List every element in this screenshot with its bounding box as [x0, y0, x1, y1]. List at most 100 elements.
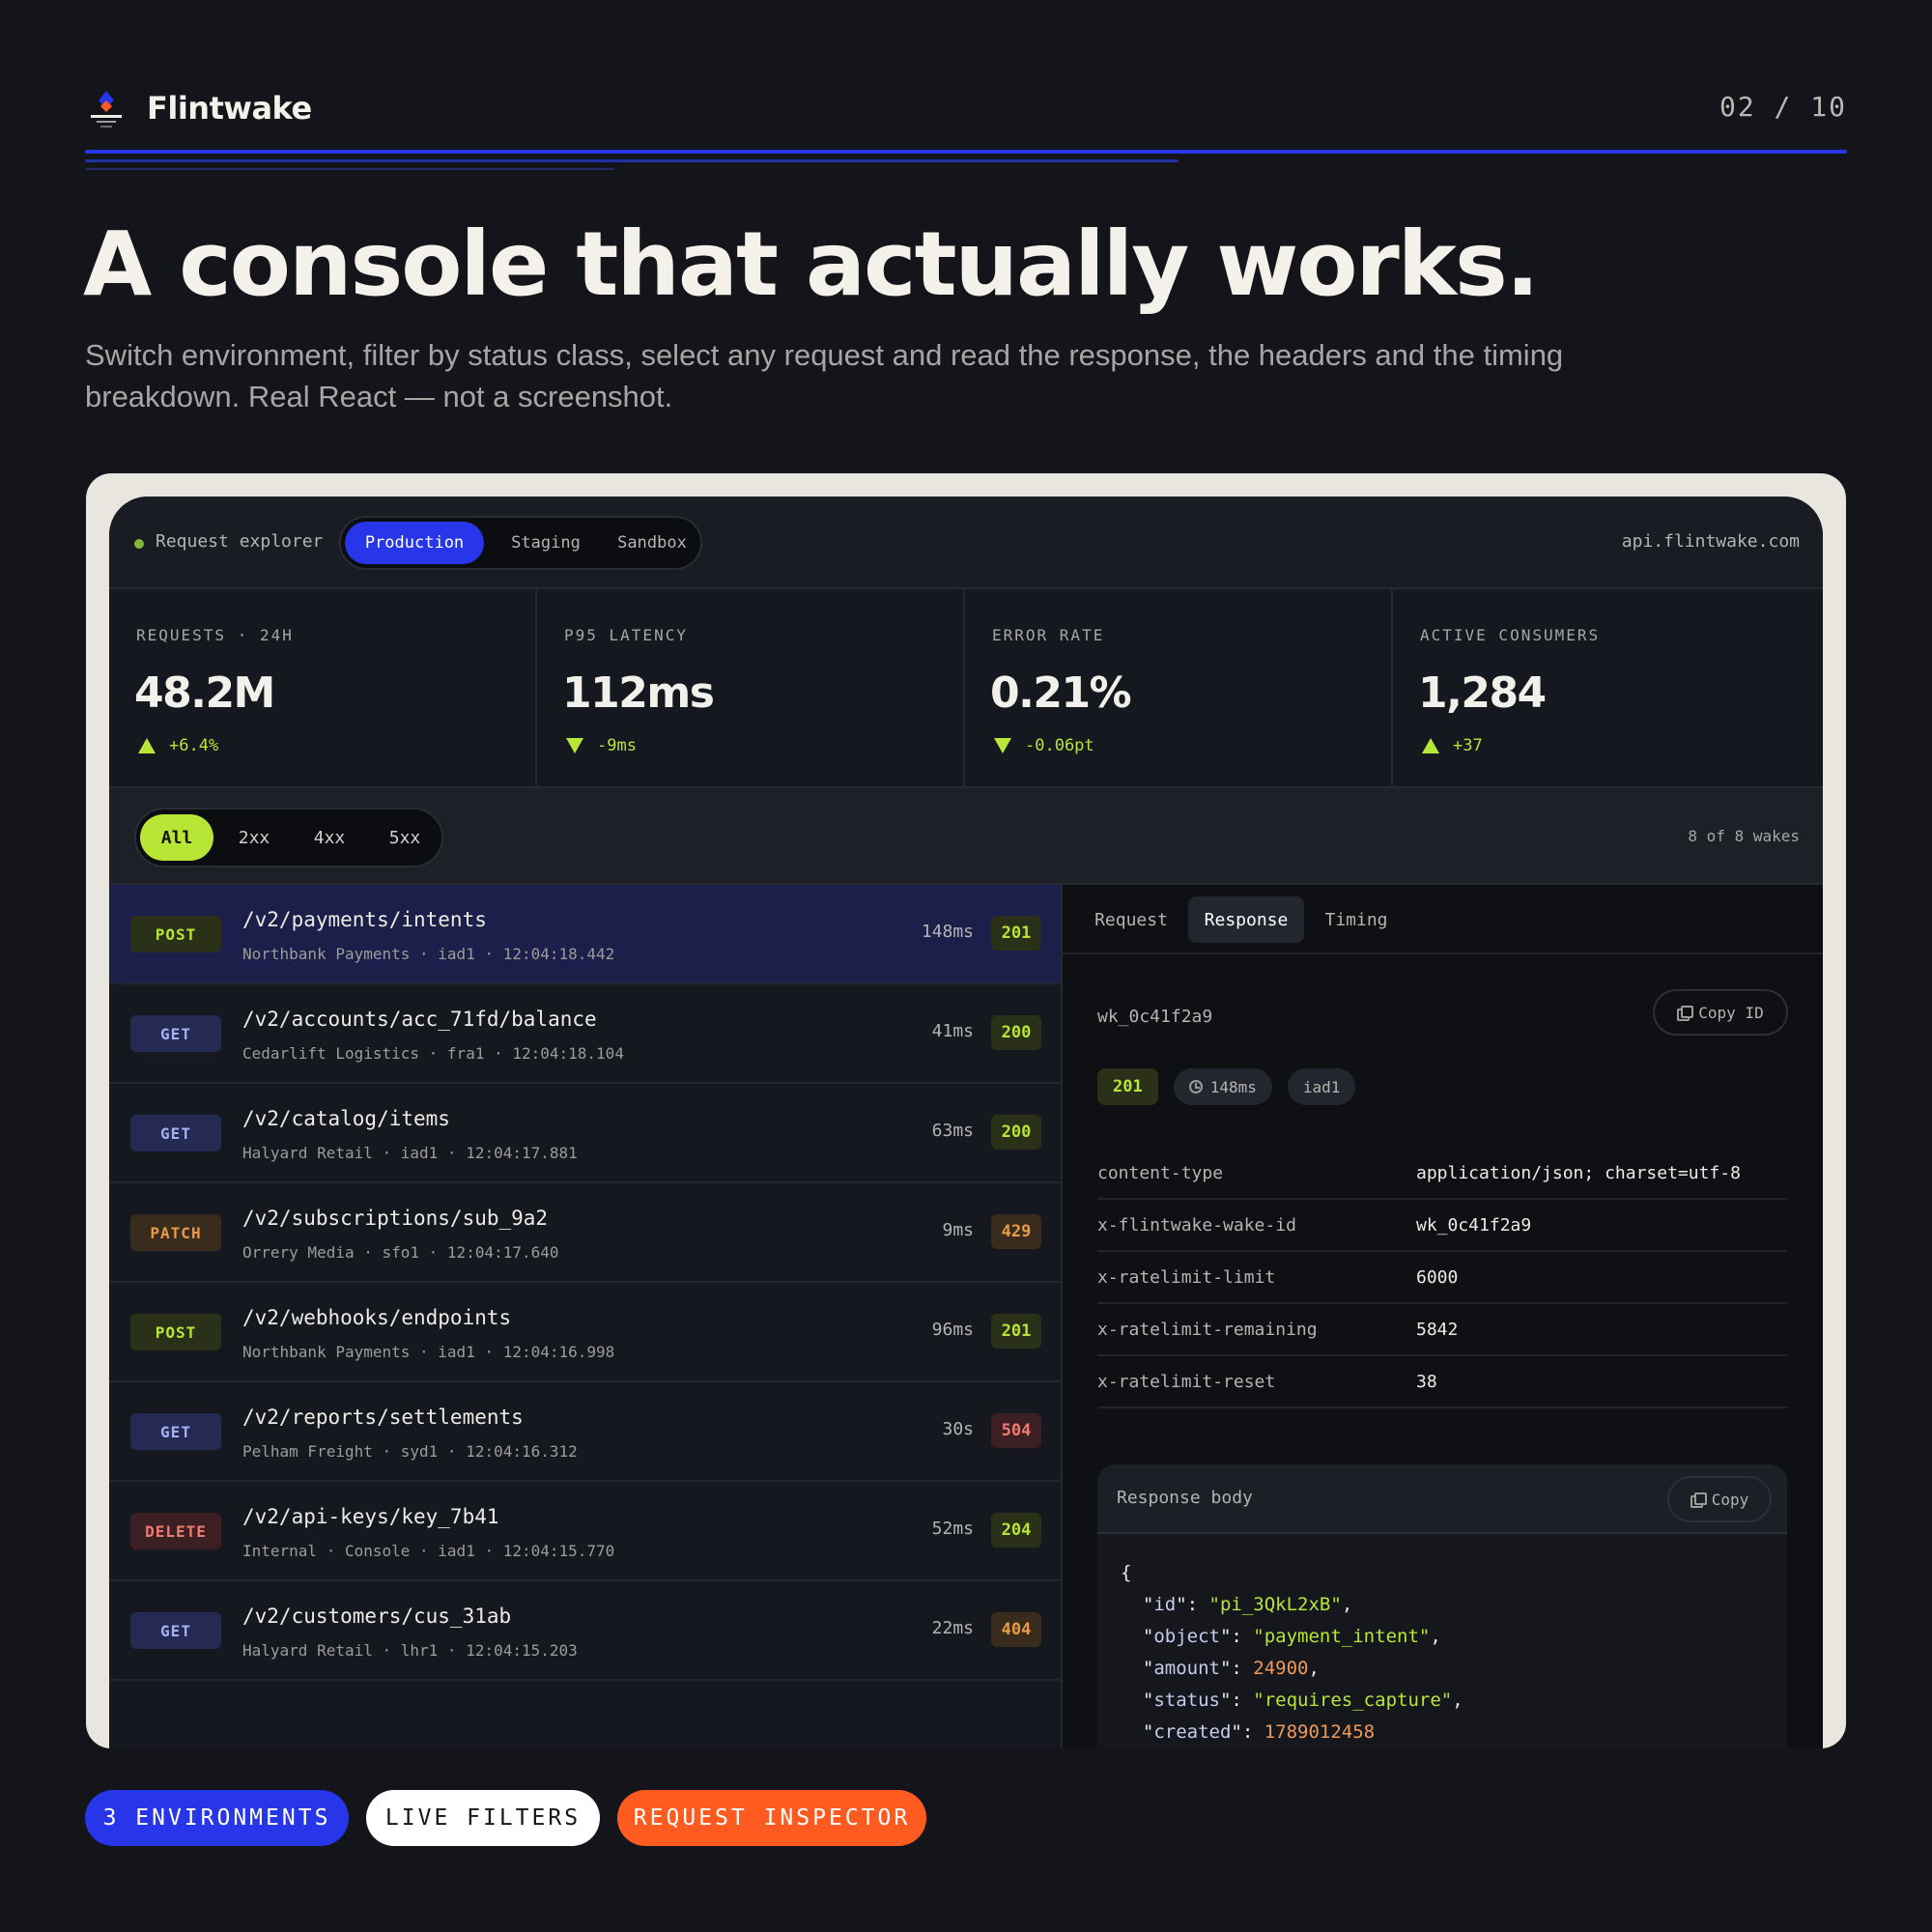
stat-delta-value: -9ms — [597, 736, 637, 755]
pill-environments: 3 ENVIRONMENTS — [85, 1790, 349, 1846]
request-meta: Internal · Console · iad1 · 12:04:15.770 — [242, 1542, 615, 1560]
request-meta: Orrery Media · sfo1 · 12:04:17.640 — [242, 1243, 559, 1262]
request-duration: 96ms — [931, 1320, 974, 1340]
request-duration: 148ms — [921, 922, 974, 942]
header-row: content-type application/json; charset=u… — [1097, 1148, 1787, 1200]
request-meta: Pelham Freight · syd1 · 12:04:16.312 — [242, 1442, 578, 1461]
request-meta: Cedarlift Logistics · fra1 · 12:04:18.10… — [242, 1044, 624, 1063]
tab-response[interactable]: Response — [1188, 896, 1304, 943]
filter-5xx-button[interactable]: 5xx — [370, 814, 440, 861]
stat-delta: -0.06pt — [994, 736, 1094, 755]
response-duration: 148ms — [1209, 1077, 1257, 1096]
response-status-badge: 201 — [1097, 1068, 1158, 1105]
stat-value: 0.21% — [990, 668, 1132, 718]
header-value: application/json; charset=utf-8 — [1416, 1163, 1741, 1183]
response-duration-chip: 148ms — [1173, 1068, 1272, 1105]
subhead: Switch environment, filter by status cla… — [85, 338, 1564, 413]
status-badge: 204 — [991, 1513, 1041, 1548]
json-value: "payment_intent" — [1253, 1626, 1431, 1647]
stat-requests: REQUESTS · 24H 48.2M +6.4% — [109, 589, 537, 786]
json-key: id — [1153, 1594, 1177, 1615]
json-value: 24900 — [1253, 1658, 1309, 1679]
status-badge: 504 — [991, 1413, 1041, 1448]
filter-all-button[interactable]: All — [140, 814, 213, 861]
header-key: x-ratelimit-reset — [1097, 1372, 1276, 1392]
request-duration: 63ms — [931, 1121, 974, 1141]
status-badge: 201 — [991, 916, 1041, 951]
filter-4xx-button[interactable]: 4xx — [295, 814, 364, 861]
console-frame: Request explorer Production Staging Sand… — [86, 473, 1846, 1748]
stat-p95-latency: P95 LATENCY 112ms -9ms — [537, 589, 965, 786]
env-sandbox-button[interactable]: Sandbox — [606, 522, 698, 564]
header-key: content-type — [1097, 1163, 1224, 1183]
request-path: /v2/customers/cus_31ab — [242, 1605, 512, 1628]
request-row[interactable]: GET /v2/customers/cus_31ab Halyard Retai… — [109, 1581, 1061, 1681]
response-body-header: Response body Copy — [1097, 1464, 1787, 1534]
status-badge: 404 — [991, 1612, 1041, 1647]
stat-label: REQUESTS · 24H — [136, 626, 294, 644]
copy-icon — [1690, 1492, 1707, 1508]
header-key: x-ratelimit-remaining — [1097, 1320, 1318, 1340]
stat-active-consumers: ACTIVE CONSUMERS 1,284 +37 — [1393, 589, 1823, 786]
stat-error-rate: ERROR RATE 0.21% -0.06pt — [965, 589, 1393, 786]
filter-2xx-button[interactable]: 2xx — [219, 814, 289, 861]
header-key: x-flintwake-wake-id — [1097, 1215, 1296, 1236]
header-row: x-ratelimit-limit 6000 — [1097, 1252, 1787, 1304]
json-value: "pi_3QkL2xB" — [1208, 1594, 1342, 1615]
environment-switcher: Production Staging Sandbox — [339, 516, 702, 570]
stat-delta-value: -0.06pt — [1025, 736, 1094, 755]
method-badge: PATCH — [130, 1214, 221, 1251]
tab-timing[interactable]: Timing — [1310, 896, 1403, 943]
request-duration: 41ms — [931, 1021, 974, 1041]
tab-request[interactable]: Request — [1078, 896, 1184, 943]
request-duration: 30s — [942, 1419, 974, 1439]
status-badge: 200 — [991, 1015, 1041, 1050]
request-path: /v2/catalog/items — [242, 1107, 450, 1130]
live-status-dot-icon — [134, 539, 144, 549]
method-badge: GET — [130, 1015, 221, 1052]
request-path: /v2/accounts/acc_71fd/balance — [242, 1008, 597, 1031]
inspector-tabs: Request Response Timing — [1063, 885, 1823, 954]
json-key: object — [1153, 1626, 1220, 1647]
request-list: POST /v2/payments/intents Northbank Paym… — [109, 885, 1063, 1748]
request-row[interactable]: GET /v2/reports/settlements Pelham Freig… — [109, 1382, 1061, 1482]
stat-value: 1,284 — [1418, 668, 1547, 718]
trend-down-icon — [566, 738, 583, 753]
copy-body-button[interactable]: Copy — [1667, 1476, 1772, 1522]
flintwake-logo-icon — [85, 87, 128, 129]
brand-name: Flintwake — [147, 90, 312, 127]
pill-request-inspector: REQUEST INSPECTOR — [617, 1790, 926, 1846]
stat-value: 48.2M — [134, 668, 275, 718]
response-body-json: { "id": "pi_3QkL2xB", "object": "payment… — [1121, 1562, 1463, 1743]
header-rule-tertiary — [85, 168, 614, 170]
request-row[interactable]: GET /v2/catalog/items Halyard Retail · i… — [109, 1084, 1061, 1183]
stat-label: ERROR RATE — [992, 626, 1105, 644]
page-counter: 02 / 10 — [1719, 91, 1847, 123]
stat-delta: +37 — [1422, 736, 1483, 755]
request-row[interactable]: POST /v2/payments/intents Northbank Paym… — [109, 885, 1061, 984]
request-duration: 22ms — [931, 1618, 974, 1638]
wake-id: wk_0c41f2a9 — [1097, 1007, 1213, 1027]
status-badge: 429 — [991, 1214, 1041, 1249]
response-headers: content-type application/json; charset=u… — [1097, 1148, 1787, 1408]
env-production-button[interactable]: Production — [345, 522, 484, 564]
stat-value: 112ms — [562, 668, 715, 718]
copy-id-button[interactable]: Copy ID — [1653, 989, 1788, 1036]
request-row[interactable]: POST /v2/webhooks/endpoints Northbank Pa… — [109, 1283, 1061, 1382]
headline: A console that actually works. — [83, 213, 1540, 316]
trend-down-icon — [994, 738, 1011, 753]
request-row[interactable]: PATCH /v2/subscriptions/sub_9a2 Orrery M… — [109, 1183, 1061, 1283]
request-row[interactable]: GET /v2/accounts/acc_71fd/balance Cedarl… — [109, 984, 1061, 1084]
response-body-title: Response body — [1117, 1488, 1253, 1508]
env-staging-button[interactable]: Staging — [488, 522, 604, 564]
request-row[interactable]: DELETE /v2/api-keys/key_7b41 Internal · … — [109, 1482, 1061, 1581]
explorer-label: Request explorer — [156, 531, 324, 552]
header-value: 6000 — [1416, 1267, 1459, 1288]
stat-delta: -9ms — [566, 736, 637, 755]
request-path: /v2/reports/settlements — [242, 1406, 524, 1429]
explorer-topbar: Request explorer Production Staging Sand… — [109, 497, 1823, 589]
copy-label: Copy — [1711, 1490, 1749, 1509]
wake-count: 8 of 8 wakes — [1688, 827, 1800, 845]
method-badge: POST — [130, 1314, 221, 1350]
method-badge: DELETE — [130, 1513, 221, 1549]
